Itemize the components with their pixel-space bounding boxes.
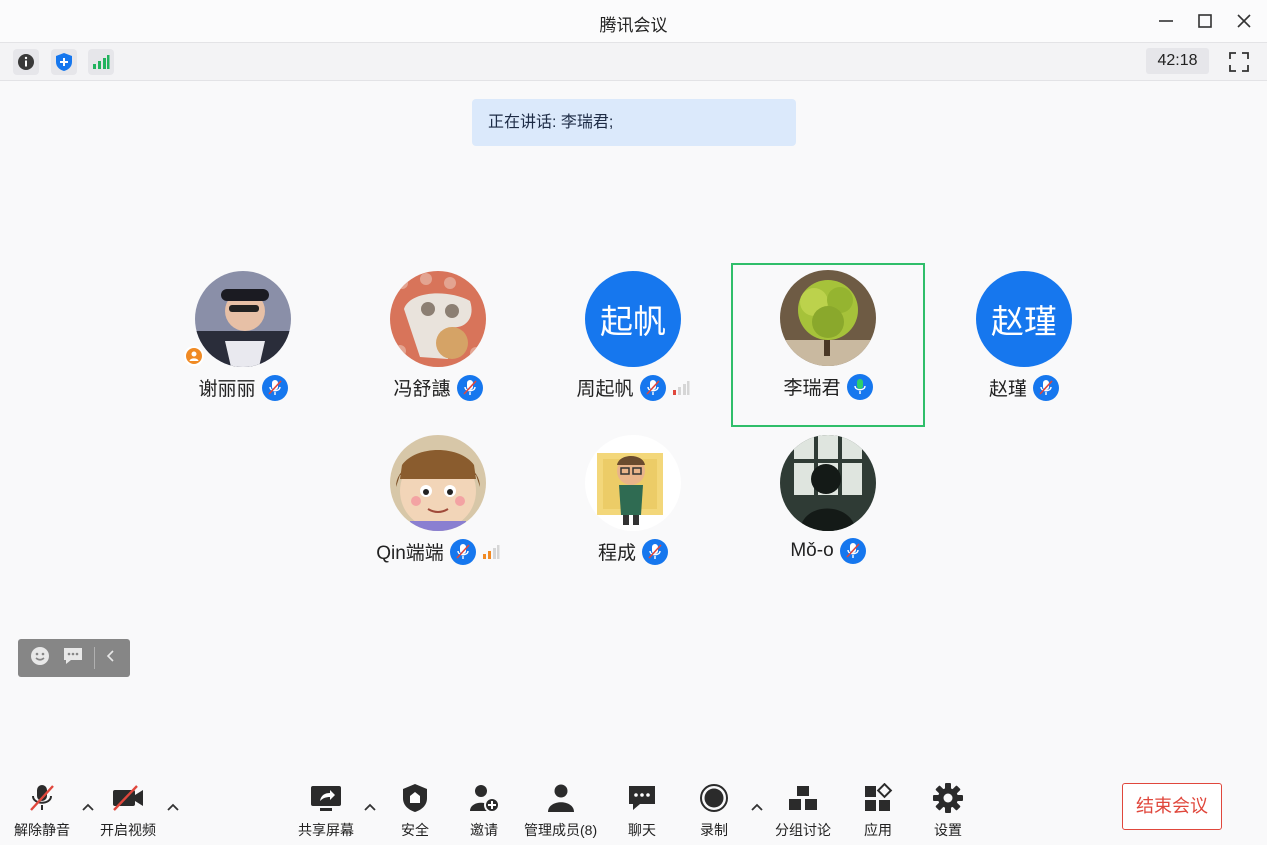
avatar: 起帆 (585, 271, 681, 367)
fullscreen-button[interactable] (1227, 50, 1251, 74)
participant-tile-speaking[interactable]: 李瑞君 (731, 263, 925, 427)
participant-tile[interactable]: 谢丽丽 (146, 264, 340, 428)
add-user-icon (466, 780, 502, 816)
divider (94, 647, 95, 669)
share-options-chevron-icon[interactable] (363, 800, 377, 814)
participant-name: 冯舒譓 (393, 379, 451, 400)
participant-name: 赵瑾 (988, 379, 1027, 400)
host-badge (184, 346, 204, 366)
collapse-chevron-icon[interactable] (105, 648, 115, 669)
mic-muted-icon (639, 374, 666, 401)
avatar (780, 435, 876, 531)
participant-name: Qin端端 (376, 543, 444, 564)
unmute-button[interactable]: 解除静音 (14, 780, 70, 840)
share-screen-label: 共享屏幕 (298, 822, 354, 838)
start-video-label: 开启视频 (100, 822, 156, 838)
user-icon (189, 351, 199, 361)
record-label: 录制 (700, 822, 728, 838)
participant-tile[interactable]: Qin端端 (341, 428, 535, 592)
participant-tile[interactable]: 冯舒譓 (341, 264, 535, 428)
security-label: 安全 (401, 822, 429, 838)
manage-members-button[interactable]: 管理成员(8) (524, 780, 597, 840)
chat-bubble-icon[interactable] (62, 646, 84, 671)
reaction-bar (18, 639, 130, 677)
unmute-label: 解除静音 (14, 822, 70, 838)
meeting-info-button[interactable] (13, 49, 39, 75)
security-status-button[interactable] (51, 49, 77, 75)
video-options-chevron-icon[interactable] (166, 800, 180, 814)
close-button[interactable] (1233, 10, 1255, 32)
medium-signal-icon (482, 544, 500, 559)
participant-tile[interactable]: Mǒ-o (731, 428, 925, 592)
avatar: 赵瑾 (976, 271, 1072, 367)
network-status-button[interactable] (88, 49, 114, 75)
record-button[interactable]: 录制 (696, 780, 732, 840)
mic-muted-icon (449, 538, 476, 565)
apps-icon (860, 780, 896, 816)
weak-signal-icon (672, 380, 690, 395)
members-icon (543, 780, 579, 816)
share-screen-icon (308, 780, 344, 816)
participant-tile[interactable]: 赵瑾 赵瑾 (927, 264, 1121, 428)
participant-tile[interactable]: 程成 (536, 428, 730, 592)
avatar (585, 435, 681, 531)
minimize-button[interactable] (1155, 10, 1177, 32)
participant-tile[interactable]: 起帆 周起帆 (536, 264, 730, 428)
mic-muted-icon (24, 780, 60, 816)
mic-muted-icon (456, 374, 483, 401)
mic-muted-icon (839, 538, 866, 564)
maximize-button[interactable] (1194, 10, 1216, 32)
bottom-toolbar: 解除静音 开启视频 共享屏幕 安全 邀请 管理成员(8) 聊天 录制 分组讨论 … (0, 770, 1267, 845)
chat-label: 聊天 (628, 822, 656, 838)
invite-button[interactable]: 邀请 (466, 780, 502, 840)
shield-icon (56, 53, 72, 71)
signal-icon (93, 55, 110, 69)
audio-options-chevron-icon[interactable] (81, 800, 95, 814)
settings-label: 设置 (934, 822, 962, 838)
chat-icon (624, 780, 660, 816)
invite-label: 邀请 (470, 822, 498, 838)
start-video-button[interactable]: 开启视频 (100, 780, 156, 840)
breakout-rooms-label: 分组讨论 (775, 822, 831, 838)
fullscreen-icon (1229, 52, 1249, 72)
speaking-indicator: 正在讲话: 李瑞君; (472, 99, 796, 146)
apps-label: 应用 (864, 822, 892, 838)
end-meeting-button[interactable]: 结束会议 (1122, 783, 1222, 830)
participant-name: Mǒ-o (790, 540, 834, 561)
mic-active-icon (846, 373, 873, 400)
participant-name: 李瑞君 (783, 378, 841, 399)
maximize-icon (1198, 14, 1212, 28)
participant-name: 程成 (597, 543, 636, 564)
info-icon (18, 54, 34, 70)
minimize-icon (1159, 20, 1173, 22)
camera-off-icon (110, 780, 146, 816)
avatar (390, 271, 486, 367)
security-button[interactable]: 安全 (397, 780, 433, 840)
avatar (390, 435, 486, 531)
window-title: 腾讯会议 (599, 16, 668, 35)
gear-icon (930, 780, 966, 816)
mic-muted-icon (261, 374, 288, 401)
participant-name: 周起帆 (576, 379, 634, 400)
close-icon (1237, 14, 1251, 28)
manage-members-label: 管理成员(8) (524, 822, 598, 838)
apps-button[interactable]: 应用 (860, 780, 896, 840)
settings-button[interactable]: 设置 (930, 780, 966, 840)
emoji-icon[interactable] (30, 646, 50, 671)
share-screen-button[interactable]: 共享屏幕 (298, 780, 354, 840)
record-options-chevron-icon[interactable] (750, 800, 764, 814)
meeting-info-bar: 42:18 (0, 43, 1267, 81)
meeting-timer: 42:18 (1146, 48, 1209, 74)
breakout-rooms-button[interactable]: 分组讨论 (775, 780, 831, 840)
mic-muted-icon (1033, 374, 1059, 401)
record-icon (696, 780, 732, 816)
shield-icon (397, 780, 433, 816)
breakout-rooms-icon (785, 780, 821, 816)
title-bar: 腾讯会议 (0, 0, 1267, 43)
chat-button[interactable]: 聊天 (624, 780, 660, 840)
participant-name: 谢丽丽 (198, 379, 256, 400)
avatar (780, 270, 876, 366)
avatar (195, 271, 291, 367)
mic-muted-icon (642, 538, 668, 565)
